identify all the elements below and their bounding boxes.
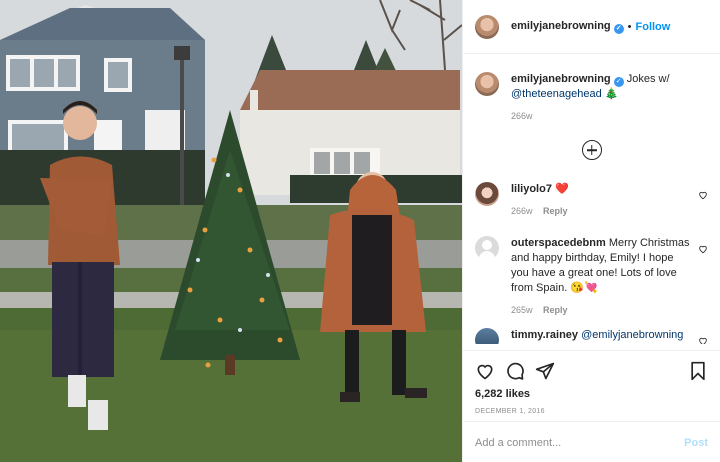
author-avatar[interactable]: [475, 14, 499, 39]
author-username[interactable]: emilyjanebrowning ✓: [511, 20, 624, 34]
action-icons: [475, 357, 708, 385]
author-username-text[interactable]: emilyjanebrowning: [511, 20, 611, 32]
post-actions: 6,282 likes DECEMBER 1, 2016 Post: [463, 350, 720, 462]
heart-icon[interactable]: [698, 190, 708, 200]
comment-age[interactable]: 265w: [511, 305, 533, 315]
caption-text: Jokes w/: [626, 73, 670, 85]
caption-body: emilyjanebrowning ✓ Jokes w/ @theteenageh…: [511, 72, 708, 124]
verified-badge-icon: ✓: [613, 23, 624, 34]
bookmark-icon[interactable]: [688, 361, 708, 381]
reply-button[interactable]: Reply: [543, 206, 568, 216]
comment-avatar[interactable]: [475, 236, 499, 260]
comment-icon[interactable]: [505, 361, 525, 381]
caption-meta: 266w: [511, 109, 708, 124]
add-comment-bar: Post: [463, 421, 720, 462]
comment-text: ❤️: [555, 183, 569, 195]
photo-illustration: [0, 0, 462, 462]
heart-icon[interactable]: [698, 336, 708, 344]
comment-body: outerspacedebnm Merry Christmas and happ…: [511, 236, 708, 318]
plus-circle-icon[interactable]: [581, 140, 602, 160]
caption-age[interactable]: 266w: [511, 111, 533, 121]
tree-emoji: 🎄: [604, 88, 619, 100]
comment-mention[interactable]: @emilyjanebrowning: [581, 329, 683, 341]
post-photo[interactable]: [0, 0, 462, 462]
share-icon[interactable]: [535, 361, 555, 381]
post-side-panel: emilyjanebrowning ✓ • Follow emilyjanebro…: [462, 0, 720, 462]
comment-input[interactable]: [475, 436, 685, 449]
caption-avatar[interactable]: [475, 72, 499, 96]
comment-age[interactable]: 266w: [511, 206, 533, 216]
comment-item: timmy.rainey @emilyjanebrowning: [475, 328, 708, 344]
post-header: emilyjanebrowning ✓ • Follow: [463, 0, 720, 54]
comment-avatar[interactable]: [475, 328, 499, 344]
verified-badge-icon: ✓: [613, 77, 624, 87]
heart-icon[interactable]: [475, 361, 495, 381]
post-date: DECEMBER 1, 2016: [475, 408, 545, 415]
comment-avatar[interactable]: [475, 182, 499, 206]
comment-username[interactable]: outerspacedebnm: [511, 237, 606, 249]
heart-icon[interactable]: [698, 244, 708, 254]
comment-item: outerspacedebnm Merry Christmas and happ…: [475, 236, 708, 318]
comment-username[interactable]: liliyolo7: [511, 183, 552, 195]
comment-body: liliyolo7 ❤️ 266w Reply: [511, 182, 708, 219]
follow-button[interactable]: Follow: [636, 21, 671, 33]
comment-item: liliyolo7 ❤️ 266w Reply: [475, 182, 708, 219]
header-separator: •: [627, 20, 632, 33]
post-button[interactable]: Post: [684, 437, 708, 449]
comment-meta: 266w Reply: [511, 204, 708, 219]
comment-body: timmy.rainey @emilyjanebrowning: [511, 328, 708, 344]
caption-username[interactable]: emilyjanebrowning: [511, 73, 611, 85]
reply-button[interactable]: Reply: [543, 305, 568, 315]
load-more-wrap: [463, 140, 720, 160]
comment-meta: 265w Reply: [511, 303, 692, 318]
likes-count[interactable]: 6,282 likes: [475, 388, 708, 400]
comment-username[interactable]: timmy.rainey: [511, 329, 578, 341]
caption: emilyjanebrowning ✓ Jokes w/ @theteenageh…: [475, 72, 708, 124]
comments-list[interactable]: emilyjanebrowning ✓ Jokes w/ @theteenageh…: [463, 54, 720, 344]
caption-mention[interactable]: @theteenagehead: [511, 88, 602, 100]
